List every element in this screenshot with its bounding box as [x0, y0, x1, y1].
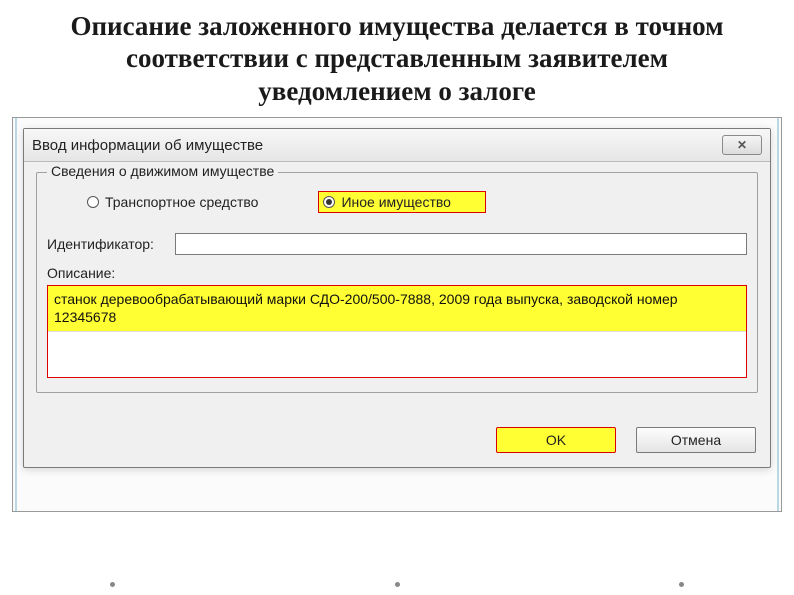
dialog-body: Сведения о движимом имуществе Транспортн…: [24, 162, 770, 414]
description-textarea[interactable]: станок деревообрабатывающий марки СДО-20…: [47, 285, 747, 377]
radio-other-property[interactable]: Иное имущество: [318, 191, 485, 213]
dialog-buttons: OK Отмена: [24, 415, 770, 467]
close-button[interactable]: ✕: [722, 135, 762, 155]
property-type-radios: Транспортное средство Иное имущество: [47, 185, 747, 227]
cancel-button[interactable]: Отмена: [636, 427, 756, 453]
identifier-row: Идентификатор:: [47, 233, 747, 255]
identifier-label: Идентификатор:: [47, 236, 167, 252]
radio-transport[interactable]: Транспортное средство: [87, 194, 258, 210]
dot-icon: [679, 582, 684, 587]
description-text: станок деревообрабатывающий марки СДО-20…: [48, 286, 746, 330]
slide-title: Описание заложенного имущества делается …: [0, 0, 794, 117]
slide: Описание заложенного имущества делается …: [0, 0, 794, 595]
dialog-title: Ввод информации об имуществе: [32, 137, 263, 154]
radio-icon: [323, 196, 335, 208]
screenshot-area: Ввод информации об имуществе ✕ Сведения …: [12, 117, 782, 512]
identifier-input[interactable]: [175, 233, 747, 255]
radio-other-label: Иное имущество: [341, 194, 450, 210]
ok-button[interactable]: OK: [496, 427, 616, 453]
property-groupbox: Сведения о движимом имуществе Транспортн…: [36, 172, 758, 392]
dot-icon: [110, 582, 115, 587]
footer-decoration: [0, 582, 794, 587]
decor-stripe: [777, 118, 779, 511]
property-dialog: Ввод информации об имуществе ✕ Сведения …: [23, 128, 771, 467]
dialog-titlebar[interactable]: Ввод информации об имуществе ✕: [24, 129, 770, 162]
groupbox-legend: Сведения о движимом имуществе: [47, 163, 278, 179]
radio-transport-label: Транспортное средство: [105, 194, 258, 210]
description-empty-area: [48, 331, 746, 377]
description-label: Описание:: [47, 265, 747, 281]
dot-icon: [395, 582, 400, 587]
decor-stripe: [15, 118, 17, 511]
close-icon: ✕: [737, 138, 747, 152]
radio-icon: [87, 196, 99, 208]
